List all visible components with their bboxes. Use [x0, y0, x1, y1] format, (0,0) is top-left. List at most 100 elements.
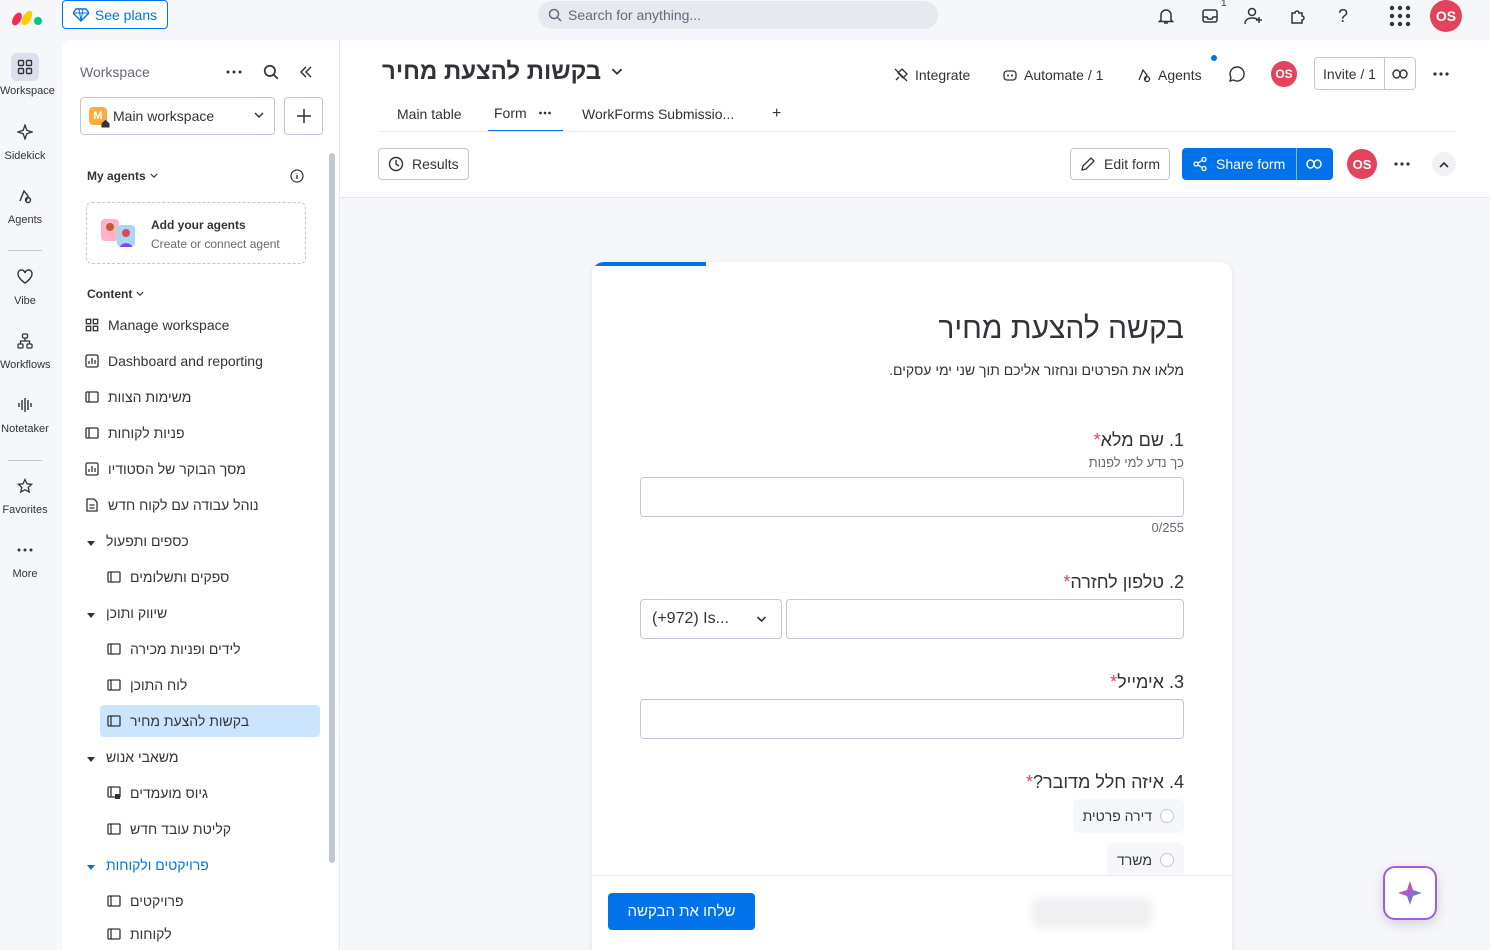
full-name-input[interactable] [640, 477, 1184, 517]
character-counter: 0/255 [1151, 520, 1184, 535]
rail-favorites[interactable]: Favorites [0, 472, 50, 516]
more-dots-icon [11, 536, 39, 564]
collapse-header-icon[interactable] [1432, 152, 1456, 176]
submit-button[interactable]: שלחו את הבקשה [608, 893, 755, 930]
see-plans-button[interactable]: See plans [62, 0, 168, 29]
copy-link-icon[interactable] [1385, 58, 1415, 89]
sidebar-item-label: Dashboard and reporting [108, 353, 263, 369]
sidebar-item-board[interactable]: גיוס מועמדים [106, 777, 326, 809]
user-avatar[interactable]: OS [1430, 0, 1462, 32]
rail-notetaker[interactable]: Notetaker [0, 391, 50, 435]
sidebar-folder[interactable]: כספים ותפעול [106, 525, 326, 557]
sidebar-item-label: בקשות להצעת מחיר [130, 713, 250, 729]
rail-vibe[interactable]: Vibe [0, 263, 50, 307]
sidebar-scrollbar[interactable] [329, 153, 335, 863]
invite-button[interactable]: Invite / 1 [1315, 58, 1385, 89]
caret-down-icon[interactable] [86, 610, 96, 620]
sidekick-assistant-button[interactable] [1383, 866, 1437, 920]
sidebar-item-board[interactable]: ספקים ותשלומים [106, 561, 326, 593]
rail-workflows[interactable]: Workflows [0, 327, 51, 371]
board-owner-avatar[interactable]: OS [1271, 61, 1297, 87]
workspace-selector[interactable]: M Main workspace [80, 97, 275, 135]
form-submit-bar: שלחו את הבקשה [592, 875, 1232, 950]
tab-workforms-submissions[interactable]: WorkForms Submissio... [582, 96, 734, 132]
form-preview-area: בקשה להצעת מחיר מלאו את הפרטים ונחזור אל… [340, 197, 1490, 950]
sidebar-item-board[interactable]: משימות הצוות [84, 381, 304, 413]
chevron-down-icon [136, 291, 144, 297]
chat-bubble-icon[interactable] [1228, 65, 1246, 83]
board-icon [106, 926, 122, 942]
apps-grid-icon[interactable] [1388, 4, 1412, 28]
rail-sidekick[interactable]: Sidekick [0, 118, 50, 162]
radio-option-private-apartment[interactable]: דירה פרטית [1072, 799, 1184, 833]
rail-agents[interactable]: Agents [0, 182, 50, 226]
info-icon[interactable] [290, 169, 304, 183]
results-button[interactable]: Results [378, 148, 469, 180]
copy-link-icon[interactable] [1306, 159, 1322, 169]
rail-favorites-label: Favorites [2, 504, 48, 516]
puzzle-icon[interactable] [1286, 4, 1310, 28]
sidebar-item-dashboard[interactable]: מסך הבוקר של הסטודיו [84, 453, 304, 485]
rail-agents-label: Agents [7, 214, 43, 226]
form-owner-avatar[interactable]: OS [1347, 149, 1377, 179]
country-code-select[interactable]: (+972) Is... [640, 599, 782, 639]
sidebar-item-board[interactable]: פרויקטים [106, 885, 326, 917]
caret-down-icon[interactable] [86, 538, 96, 548]
tab-form[interactable]: Form [488, 96, 563, 132]
inbox-icon[interactable] [1198, 4, 1222, 28]
tab-options-icon[interactable] [538, 111, 551, 115]
sidebar-item-label: לקוחות [130, 926, 172, 942]
board-menu-icon[interactable] [1432, 72, 1450, 76]
sidebar-item-manage-workspace[interactable]: Manage workspace [84, 309, 304, 341]
bell-icon[interactable] [1154, 4, 1178, 28]
sidebar-item-current-board[interactable]: בקשות להצעת מחיר [100, 705, 320, 737]
sidebar-item-board[interactable]: לידים ופניות מכירה [106, 633, 326, 665]
phone-input[interactable] [786, 599, 1184, 639]
sidebar-item-board[interactable]: לקוחות [106, 921, 326, 947]
sidebar-item-label: Manage workspace [108, 317, 230, 333]
sidebar-item-board[interactable]: פניות לקוחות [84, 417, 304, 449]
board-title-text: בקשות להצעת מחיר [382, 58, 602, 85]
agents-button[interactable]: Agents [1136, 62, 1202, 88]
content-toggle[interactable]: Content [87, 287, 144, 301]
sidebar-item-board[interactable]: קליטת עובד חדש [106, 813, 326, 845]
form-menu-icon[interactable] [1394, 162, 1410, 166]
radio-option-office[interactable]: משרד [1107, 843, 1184, 877]
sidebar-item-board[interactable]: לוח התוכן [106, 669, 326, 701]
edit-form-button[interactable]: Edit form [1070, 148, 1171, 180]
invite-user-icon[interactable] [1242, 4, 1266, 28]
sidebar-item-label: פרויקטים [130, 893, 184, 909]
sidebar-folder[interactable]: שיווק ותוכן [106, 597, 326, 629]
sidebar-item-label: פרויקטים ולקוחות [106, 857, 209, 873]
sidebar-folder[interactable]: פרויקטים ולקוחות [106, 849, 326, 881]
search-icon[interactable] [263, 64, 279, 80]
agent-icon [11, 182, 39, 210]
caret-down-icon[interactable] [86, 754, 96, 764]
chevron-down-icon [756, 616, 767, 623]
my-agents-toggle[interactable]: My agents [87, 169, 158, 183]
board-title[interactable]: בקשות להצעת מחיר [382, 58, 623, 86]
question-text: 3. אימייל [1117, 672, 1184, 692]
monday-logo-icon[interactable] [12, 6, 44, 26]
share-form-button[interactable]: Share form [1182, 148, 1333, 180]
add-agents-card[interactable]: Add your agents Create or connect agent [86, 202, 306, 264]
rail-workspace[interactable]: Workspace [0, 53, 55, 97]
sidebar-folder[interactable]: משאבי אנוש [106, 741, 326, 773]
add-item-button[interactable] [284, 97, 323, 135]
more-dots-icon[interactable] [226, 66, 242, 78]
help-icon[interactable]: ? [1331, 4, 1355, 28]
caret-down-icon[interactable] [86, 862, 96, 872]
collapse-sidebar-icon[interactable] [299, 65, 313, 79]
board-icon [106, 677, 122, 693]
sidebar-item-dashboard[interactable]: Dashboard and reporting [84, 345, 304, 377]
email-input[interactable] [640, 699, 1184, 739]
tab-main-table[interactable]: Main table [397, 96, 462, 132]
automate-button[interactable]: Automate / 1 [1002, 62, 1103, 88]
question-text: 2. טלפון לחזרה [1070, 572, 1184, 592]
add-view-button[interactable]: + [772, 96, 781, 132]
search-input[interactable]: Search for anything... [538, 1, 938, 29]
sidebar-item-doc[interactable]: נוהל עבודה עם לקוח חדש [84, 489, 304, 521]
workspace-sidebar: Workspace M Main workspace My agents Add… [62, 40, 340, 950]
integrate-button[interactable]: Integrate [893, 62, 970, 88]
rail-more[interactable]: More [0, 536, 50, 580]
